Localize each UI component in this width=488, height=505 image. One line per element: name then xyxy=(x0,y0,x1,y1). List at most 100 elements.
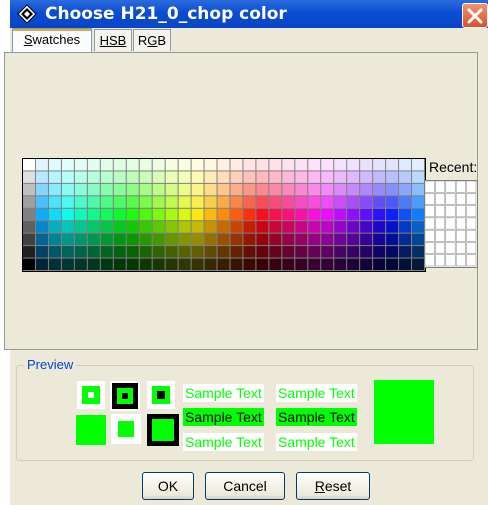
swatch-cell[interactable] xyxy=(35,233,48,246)
swatch-cell[interactable] xyxy=(399,221,412,233)
swatch-cell[interactable] xyxy=(204,258,217,270)
recent-swatch-cell[interactable] xyxy=(455,254,466,267)
recent-swatch-cell[interactable] xyxy=(445,254,456,267)
swatch-cell[interactable] xyxy=(61,196,74,208)
swatch-cell[interactable] xyxy=(256,233,269,246)
swatch-cell[interactable] xyxy=(48,159,61,171)
swatch-cell[interactable] xyxy=(23,159,35,171)
swatch-cell[interactable] xyxy=(295,246,308,258)
close-button[interactable] xyxy=(462,3,488,28)
swatch-cell[interactable] xyxy=(412,171,424,183)
swatch-palette[interactable] xyxy=(22,158,426,272)
swatch-cell[interactable] xyxy=(386,171,399,183)
swatch-cell[interactable] xyxy=(243,258,256,270)
swatch-cell[interactable] xyxy=(152,258,165,270)
swatch-cell[interactable] xyxy=(126,159,139,171)
swatch-cell[interactable] xyxy=(386,246,399,258)
swatch-cell[interactable] xyxy=(100,171,113,183)
swatch-cell[interactable] xyxy=(399,196,412,208)
swatch-cell[interactable] xyxy=(100,183,113,196)
swatch-cell[interactable] xyxy=(48,233,61,246)
swatch-cell[interactable] xyxy=(23,171,35,183)
swatch-cell[interactable] xyxy=(256,196,269,208)
swatch-cell[interactable] xyxy=(269,233,282,246)
swatch-cell[interactable] xyxy=(347,208,360,221)
swatch-cell[interactable] xyxy=(412,208,424,221)
recent-swatch-cell[interactable] xyxy=(435,180,446,193)
swatch-cell[interactable] xyxy=(269,221,282,233)
swatch-cell[interactable] xyxy=(61,221,74,233)
swatch-cell[interactable] xyxy=(412,246,424,258)
swatch-cell[interactable] xyxy=(308,221,321,233)
swatch-cell[interactable] xyxy=(282,233,295,246)
swatch-cell[interactable] xyxy=(230,221,243,233)
swatch-cell[interactable] xyxy=(35,196,48,208)
swatch-cell[interactable] xyxy=(269,258,282,270)
swatch-cell[interactable] xyxy=(74,208,87,221)
recent-swatch-cell[interactable] xyxy=(424,217,435,230)
recent-swatch-cell[interactable] xyxy=(466,180,477,193)
swatch-cell[interactable] xyxy=(178,221,191,233)
swatch-cell[interactable] xyxy=(295,221,308,233)
swatch-cell[interactable] xyxy=(87,258,100,270)
swatch-cell[interactable] xyxy=(139,171,152,183)
swatch-cell[interactable] xyxy=(165,159,178,171)
swatch-cell[interactable] xyxy=(386,221,399,233)
swatch-cell[interactable] xyxy=(217,233,230,246)
swatch-cell[interactable] xyxy=(165,233,178,246)
swatch-cell[interactable] xyxy=(243,171,256,183)
swatch-cell[interactable] xyxy=(61,233,74,246)
swatch-cell[interactable] xyxy=(282,171,295,183)
swatch-cell[interactable] xyxy=(139,196,152,208)
swatch-cell[interactable] xyxy=(217,159,230,171)
swatch-cell[interactable] xyxy=(334,221,347,233)
swatch-cell[interactable] xyxy=(23,196,35,208)
swatch-cell[interactable] xyxy=(100,246,113,258)
recent-swatch-cell[interactable] xyxy=(466,254,477,267)
swatch-cell[interactable] xyxy=(334,258,347,270)
swatch-cell[interactable] xyxy=(139,221,152,233)
swatch-cell[interactable] xyxy=(347,183,360,196)
swatch-cell[interactable] xyxy=(373,208,386,221)
swatch-cell[interactable] xyxy=(152,208,165,221)
swatch-cell[interactable] xyxy=(386,208,399,221)
swatch-cell[interactable] xyxy=(217,183,230,196)
swatch-cell[interactable] xyxy=(269,208,282,221)
recent-swatch-cell[interactable] xyxy=(445,242,456,254)
swatch-cell[interactable] xyxy=(230,196,243,208)
swatch-cell[interactable] xyxy=(100,221,113,233)
swatch-cell[interactable] xyxy=(139,159,152,171)
swatch-cell[interactable] xyxy=(48,221,61,233)
swatch-cell[interactable] xyxy=(48,196,61,208)
recent-swatch-cell[interactable] xyxy=(445,217,456,230)
swatch-cell[interactable] xyxy=(113,208,126,221)
swatch-cell[interactable] xyxy=(386,196,399,208)
swatch-cell[interactable] xyxy=(295,208,308,221)
swatch-cell[interactable] xyxy=(113,221,126,233)
swatch-cell[interactable] xyxy=(217,196,230,208)
swatch-cell[interactable] xyxy=(321,159,334,171)
swatch-cell[interactable] xyxy=(100,208,113,221)
swatch-cell[interactable] xyxy=(295,258,308,270)
swatch-cell[interactable] xyxy=(113,246,126,258)
recent-swatch-cell[interactable] xyxy=(424,180,435,193)
swatch-cell[interactable] xyxy=(113,183,126,196)
swatch-cell[interactable] xyxy=(360,208,373,221)
swatch-cell[interactable] xyxy=(113,258,126,270)
swatch-cell[interactable] xyxy=(399,159,412,171)
swatch-cell[interactable] xyxy=(412,233,424,246)
swatch-cell[interactable] xyxy=(373,159,386,171)
swatch-cell[interactable] xyxy=(399,171,412,183)
swatch-cell[interactable] xyxy=(48,183,61,196)
swatch-palette-cells[interactable] xyxy=(23,159,425,271)
swatch-cell[interactable] xyxy=(412,221,424,233)
swatch-cell[interactable] xyxy=(74,196,87,208)
swatch-cell[interactable] xyxy=(74,258,87,270)
swatch-cell[interactable] xyxy=(74,221,87,233)
recent-swatch-cell[interactable] xyxy=(455,180,466,193)
recent-swatch-cell[interactable] xyxy=(466,193,477,205)
swatch-cell[interactable] xyxy=(321,221,334,233)
swatch-cell[interactable] xyxy=(87,208,100,221)
swatch-cell[interactable] xyxy=(308,159,321,171)
recent-swatch-cell[interactable] xyxy=(455,217,466,230)
